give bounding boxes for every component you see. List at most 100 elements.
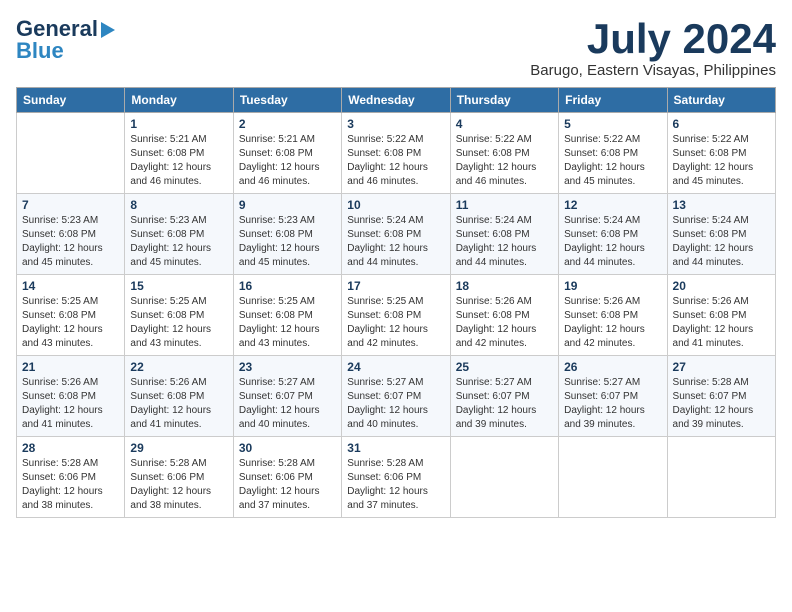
day-of-week-header: Monday <box>125 88 233 113</box>
calendar-day-cell: 24 Sunrise: 5:27 AM Sunset: 6:07 PM Dayli… <box>342 356 450 437</box>
day-info: Sunrise: 5:28 AM Sunset: 6:06 PM Dayligh… <box>347 457 444 513</box>
calendar-day-cell: 31 Sunrise: 5:28 AM Sunset: 6:06 PM Dayli… <box>342 437 450 518</box>
calendar-day-cell: 6 Sunrise: 5:22 AM Sunset: 6:08 PM Daylig… <box>667 113 775 194</box>
day-number: 1 <box>130 117 227 131</box>
logo-blue: Blue <box>16 38 64 64</box>
day-info: Sunrise: 5:22 AM Sunset: 6:08 PM Dayligh… <box>564 133 661 189</box>
day-info: Sunrise: 5:24 AM Sunset: 6:08 PM Dayligh… <box>456 214 553 270</box>
day-number: 21 <box>22 360 119 374</box>
day-info: Sunrise: 5:28 AM Sunset: 6:06 PM Dayligh… <box>22 457 119 513</box>
day-info: Sunrise: 5:23 AM Sunset: 6:08 PM Dayligh… <box>130 214 227 270</box>
day-number: 16 <box>239 279 336 293</box>
day-of-week-header: Sunday <box>17 88 125 113</box>
calendar-day-cell: 19 Sunrise: 5:26 AM Sunset: 6:08 PM Dayli… <box>559 275 667 356</box>
logo-arrow-icon <box>101 22 115 38</box>
day-info: Sunrise: 5:22 AM Sunset: 6:08 PM Dayligh… <box>673 133 770 189</box>
day-number: 31 <box>347 441 444 455</box>
day-info: Sunrise: 5:26 AM Sunset: 6:08 PM Dayligh… <box>456 295 553 351</box>
calendar-week-row: 14 Sunrise: 5:25 AM Sunset: 6:08 PM Dayli… <box>17 275 776 356</box>
calendar-day-cell: 10Sunrise: 5:24 AM Sunset: 6:08 PM Dayli… <box>342 194 450 275</box>
day-number: 22 <box>130 360 227 374</box>
day-info: Sunrise: 5:26 AM Sunset: 6:08 PM Dayligh… <box>130 376 227 432</box>
day-info: Sunrise: 5:22 AM Sunset: 6:08 PM Dayligh… <box>347 133 444 189</box>
day-number: 9 <box>239 198 336 212</box>
day-number: 14 <box>22 279 119 293</box>
day-info: Sunrise: 5:25 AM Sunset: 6:08 PM Dayligh… <box>22 295 119 351</box>
day-info: Sunrise: 5:27 AM Sunset: 6:07 PM Dayligh… <box>239 376 336 432</box>
day-number: 18 <box>456 279 553 293</box>
day-info: Sunrise: 5:23 AM Sunset: 6:08 PM Dayligh… <box>239 214 336 270</box>
calendar-day-cell: 28 Sunrise: 5:28 AM Sunset: 6:06 PM Dayli… <box>17 437 125 518</box>
calendar-day-cell: 5 Sunrise: 5:22 AM Sunset: 6:08 PM Daylig… <box>559 113 667 194</box>
calendar-header-row: SundayMondayTuesdayWednesdayThursdayFrid… <box>17 88 776 113</box>
day-info: Sunrise: 5:24 AM Sunset: 6:08 PM Dayligh… <box>673 214 770 270</box>
day-number: 20 <box>673 279 770 293</box>
day-number: 2 <box>239 117 336 131</box>
calendar-day-cell: 14 Sunrise: 5:25 AM Sunset: 6:08 PM Dayli… <box>17 275 125 356</box>
day-number: 5 <box>564 117 661 131</box>
day-number: 28 <box>22 441 119 455</box>
day-number: 19 <box>564 279 661 293</box>
day-info: Sunrise: 5:25 AM Sunset: 6:08 PM Dayligh… <box>239 295 336 351</box>
title-section: July 2024 Barugo, Eastern Visayas, Phili… <box>530 16 776 79</box>
day-number: 23 <box>239 360 336 374</box>
day-info: Sunrise: 5:26 AM Sunset: 6:08 PM Dayligh… <box>564 295 661 351</box>
day-number: 29 <box>130 441 227 455</box>
day-info: Sunrise: 5:27 AM Sunset: 6:07 PM Dayligh… <box>564 376 661 432</box>
day-number: 17 <box>347 279 444 293</box>
day-info: Sunrise: 5:21 AM Sunset: 6:08 PM Dayligh… <box>239 133 336 189</box>
calendar-day-cell: 8 Sunrise: 5:23 AM Sunset: 6:08 PM Daylig… <box>125 194 233 275</box>
calendar-week-row: 1 Sunrise: 5:21 AM Sunset: 6:08 PM Daylig… <box>17 113 776 194</box>
day-number: 12 <box>564 198 661 212</box>
day-info: Sunrise: 5:25 AM Sunset: 6:08 PM Dayligh… <box>130 295 227 351</box>
logo: General Blue <box>16 16 115 64</box>
calendar-day-cell: 20 Sunrise: 5:26 AM Sunset: 6:08 PM Dayli… <box>667 275 775 356</box>
day-number: 6 <box>673 117 770 131</box>
location-title: Barugo, Eastern Visayas, Philippines <box>530 62 776 79</box>
day-info: Sunrise: 5:28 AM Sunset: 6:06 PM Dayligh… <box>239 457 336 513</box>
day-info: Sunrise: 5:24 AM Sunset: 6:08 PM Dayligh… <box>347 214 444 270</box>
day-info: Sunrise: 5:24 AM Sunset: 6:08 PM Dayligh… <box>564 214 661 270</box>
calendar-day-cell: 11 Sunrise: 5:24 AM Sunset: 6:08 PM Dayli… <box>450 194 558 275</box>
calendar-day-cell: 12 Sunrise: 5:24 AM Sunset: 6:08 PM Dayli… <box>559 194 667 275</box>
calendar-day-cell: 26Sunrise: 5:27 AM Sunset: 6:07 PM Dayli… <box>559 356 667 437</box>
day-info: Sunrise: 5:25 AM Sunset: 6:08 PM Dayligh… <box>347 295 444 351</box>
day-info: Sunrise: 5:21 AM Sunset: 6:08 PM Dayligh… <box>130 133 227 189</box>
calendar-day-cell <box>450 437 558 518</box>
day-number: 8 <box>130 198 227 212</box>
calendar-week-row: 28 Sunrise: 5:28 AM Sunset: 6:06 PM Dayli… <box>17 437 776 518</box>
page-header: General Blue July 2024 Barugo, Eastern V… <box>16 16 776 79</box>
day-info: Sunrise: 5:26 AM Sunset: 6:08 PM Dayligh… <box>673 295 770 351</box>
calendar-day-cell: 27 Sunrise: 5:28 AM Sunset: 6:07 PM Dayli… <box>667 356 775 437</box>
calendar-day-cell <box>559 437 667 518</box>
day-number: 27 <box>673 360 770 374</box>
calendar-day-cell <box>17 113 125 194</box>
day-of-week-header: Tuesday <box>233 88 341 113</box>
calendar-day-cell: 13Sunrise: 5:24 AM Sunset: 6:08 PM Dayli… <box>667 194 775 275</box>
day-number: 11 <box>456 198 553 212</box>
calendar-day-cell: 17 Sunrise: 5:25 AM Sunset: 6:08 PM Dayli… <box>342 275 450 356</box>
calendar-day-cell: 7 Sunrise: 5:23 AM Sunset: 6:08 PM Daylig… <box>17 194 125 275</box>
calendar-day-cell: 2 Sunrise: 5:21 AM Sunset: 6:08 PM Daylig… <box>233 113 341 194</box>
day-of-week-header: Saturday <box>667 88 775 113</box>
day-info: Sunrise: 5:22 AM Sunset: 6:08 PM Dayligh… <box>456 133 553 189</box>
calendar-day-cell: 22 Sunrise: 5:26 AM Sunset: 6:08 PM Dayli… <box>125 356 233 437</box>
calendar-week-row: 21 Sunrise: 5:26 AM Sunset: 6:08 PM Dayli… <box>17 356 776 437</box>
calendar-day-cell: 15Sunrise: 5:25 AM Sunset: 6:08 PM Dayli… <box>125 275 233 356</box>
day-info: Sunrise: 5:23 AM Sunset: 6:08 PM Dayligh… <box>22 214 119 270</box>
calendar-day-cell: 21Sunrise: 5:26 AM Sunset: 6:08 PM Dayli… <box>17 356 125 437</box>
day-number: 4 <box>456 117 553 131</box>
calendar-day-cell: 29 Sunrise: 5:28 AM Sunset: 6:06 PM Dayli… <box>125 437 233 518</box>
day-number: 24 <box>347 360 444 374</box>
day-info: Sunrise: 5:28 AM Sunset: 6:06 PM Dayligh… <box>130 457 227 513</box>
day-number: 7 <box>22 198 119 212</box>
day-number: 3 <box>347 117 444 131</box>
calendar-day-cell: 23 Sunrise: 5:27 AM Sunset: 6:07 PM Dayli… <box>233 356 341 437</box>
calendar-day-cell: 1 Sunrise: 5:21 AM Sunset: 6:08 PM Daylig… <box>125 113 233 194</box>
day-info: Sunrise: 5:28 AM Sunset: 6:07 PM Dayligh… <box>673 376 770 432</box>
day-info: Sunrise: 5:27 AM Sunset: 6:07 PM Dayligh… <box>347 376 444 432</box>
calendar-day-cell: 18 Sunrise: 5:26 AM Sunset: 6:08 PM Dayli… <box>450 275 558 356</box>
day-number: 30 <box>239 441 336 455</box>
month-title: July 2024 <box>530 16 776 62</box>
calendar-day-cell: 16 Sunrise: 5:25 AM Sunset: 6:08 PM Dayli… <box>233 275 341 356</box>
